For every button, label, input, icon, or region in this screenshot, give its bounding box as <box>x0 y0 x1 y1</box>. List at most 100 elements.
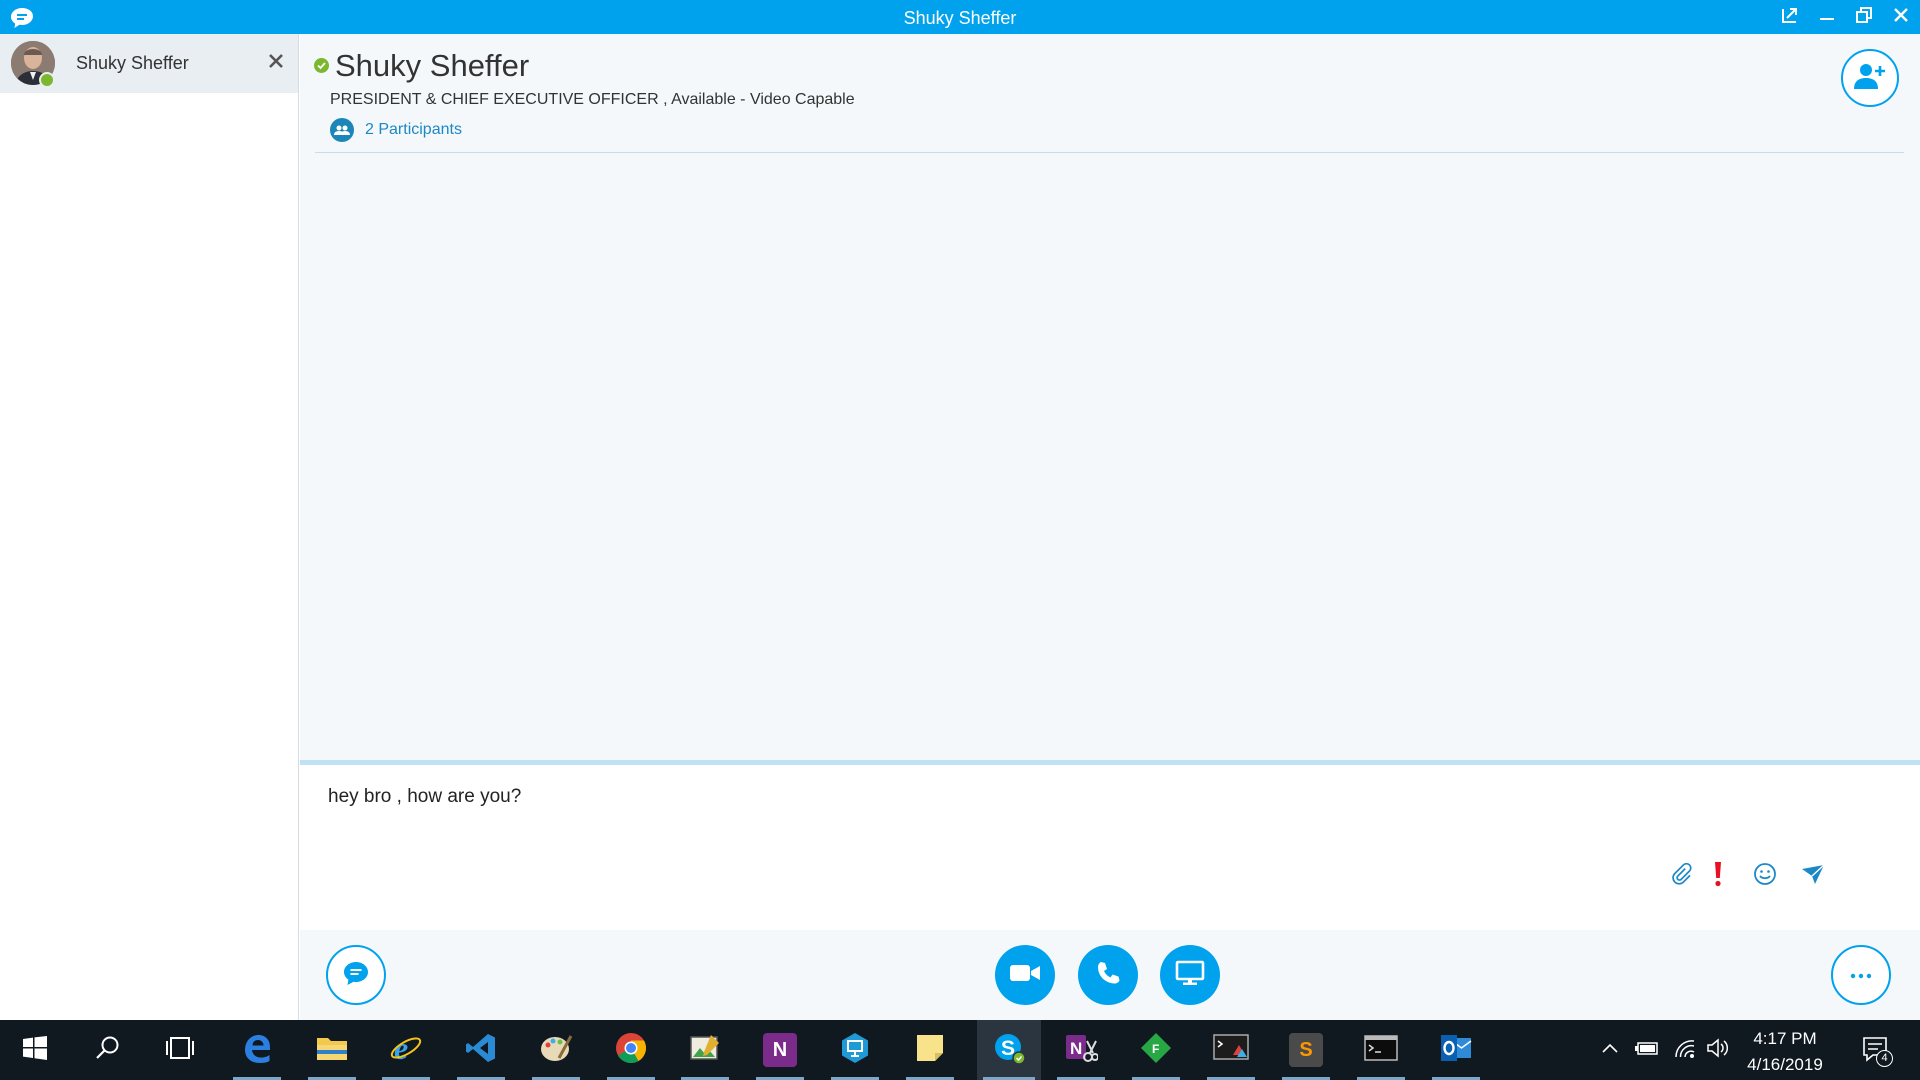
taskbar-sublime-text[interactable]: S <box>1276 1020 1336 1080</box>
taskbar-sticky-notes[interactable] <box>900 1020 960 1080</box>
task-view-button[interactable] <box>150 1020 210 1080</box>
taskbar-chrome[interactable] <box>601 1020 661 1080</box>
outlook-icon <box>1439 1033 1473 1068</box>
monitor-icon <box>1175 960 1205 991</box>
taskbar-image-viewer[interactable] <box>675 1020 735 1080</box>
contact-name[interactable]: Shuky Sheffer <box>335 48 529 84</box>
notification-icon: 4 <box>1861 1035 1893 1067</box>
contact-status: PRESIDENT & CHIEF EXECUTIVE OFFICER , Av… <box>330 91 855 108</box>
battery-status[interactable] <box>1632 1020 1662 1080</box>
send-icon <box>1801 863 1825 890</box>
svg-text:N: N <box>1070 1039 1082 1058</box>
taskbar-outlook[interactable] <box>1426 1020 1486 1080</box>
close-icon <box>1892 6 1910 29</box>
conversation-sidebar: Shuky Sheffer <box>0 34 299 1020</box>
message-input[interactable] <box>328 779 1828 815</box>
add-participant-button[interactable] <box>1841 49 1899 107</box>
participants-label: 2 Participants <box>365 121 462 138</box>
sublime-text-icon: S <box>1289 1033 1323 1067</box>
smiley-icon <box>1753 862 1777 891</box>
network-status[interactable] <box>1670 1020 1700 1080</box>
conversation-tab[interactable]: Shuky Sheffer <box>0 34 298 93</box>
message-history <box>300 153 1920 793</box>
windows-taskbar: e N S N F S 4:17 PM 4/16/2019 4 <box>0 1020 1920 1080</box>
participants-icon <box>330 118 354 142</box>
taskbar-command-prompt[interactable] <box>1351 1020 1411 1080</box>
minimize-button[interactable] <box>1813 4 1841 30</box>
emoticon-button[interactable] <box>1750 861 1780 891</box>
image-viewer-icon <box>689 1033 721 1068</box>
close-conversation-button[interactable] <box>266 51 286 71</box>
presence-available-icon <box>314 58 329 73</box>
restore-button[interactable] <box>1850 4 1878 30</box>
internet-explorer-icon: e <box>389 1030 423 1070</box>
minimize-icon <box>1818 6 1836 29</box>
taskbar-onenote[interactable]: N <box>750 1020 810 1080</box>
volume-control[interactable] <box>1704 1020 1732 1080</box>
search-button[interactable] <box>78 1020 138 1080</box>
speaker-icon <box>1706 1037 1730 1063</box>
taskbar-file-explorer[interactable] <box>302 1020 362 1080</box>
task-view-icon <box>164 1036 196 1065</box>
file-explorer-icon <box>316 1034 348 1067</box>
present-screen-button[interactable] <box>1160 945 1220 1005</box>
terminal-app-icon <box>1213 1033 1249 1068</box>
taskbar-skype-for-business[interactable]: S <box>977 1020 1041 1080</box>
notification-count-badge: 4 <box>1876 1050 1893 1067</box>
title-bar: Shuky Sheffer <box>0 0 1920 34</box>
svg-text:F: F <box>1152 1042 1159 1056</box>
windows-logo-icon <box>22 1035 48 1066</box>
onenote-icon: N <box>763 1033 797 1067</box>
clock-date: 4/16/2019 <box>1747 1055 1823 1074</box>
show-hidden-icons-button[interactable] <box>1596 1020 1624 1080</box>
video-camera-icon <box>1009 963 1041 988</box>
chevron-up-icon <box>1601 1041 1619 1059</box>
restore-icon <box>1855 6 1873 29</box>
im-button[interactable] <box>326 945 386 1005</box>
vscode-icon <box>465 1032 497 1069</box>
window-title: Shuky Sheffer <box>903 8 1017 28</box>
taskbar-green-app[interactable]: F <box>1126 1020 1186 1080</box>
ellipsis-icon <box>1849 966 1873 984</box>
taskbar-clock[interactable]: 4:17 PM 4/16/2019 <box>1730 1026 1840 1078</box>
pop-out-icon <box>1781 6 1799 29</box>
add-person-icon <box>1854 62 1886 95</box>
paint-icon <box>539 1032 573 1069</box>
conversation-header: Shuky Sheffer PRESIDENT & CHIEF EXECUTIV… <box>300 34 1920 153</box>
clock-time: 4:17 PM <box>1753 1029 1817 1048</box>
search-icon <box>95 1035 121 1066</box>
chat-bubble-icon <box>342 960 370 991</box>
taskbar-internet-explorer[interactable]: e <box>376 1020 436 1080</box>
high-importance-button[interactable] <box>1703 861 1733 891</box>
remote-desktop-icon <box>839 1032 871 1069</box>
onenote-clipper-icon: N <box>1064 1032 1099 1069</box>
edge-icon <box>241 1032 273 1069</box>
audio-call-button[interactable] <box>1078 945 1138 1005</box>
action-center-button[interactable]: 4 <box>1852 1020 1900 1080</box>
presence-available-badge <box>39 72 55 88</box>
attach-file-button[interactable] <box>1667 861 1697 891</box>
green-app-icon: F <box>1140 1032 1172 1069</box>
start-button[interactable] <box>5 1020 65 1080</box>
paperclip-icon <box>1671 862 1693 891</box>
command-prompt-icon <box>1364 1034 1398 1067</box>
phone-icon <box>1095 960 1121 991</box>
chrome-icon <box>615 1032 647 1069</box>
taskbar-vscode[interactable] <box>451 1020 511 1080</box>
battery-icon <box>1634 1039 1660 1062</box>
close-icon <box>266 54 286 75</box>
taskbar-terminal-app[interactable] <box>1201 1020 1261 1080</box>
taskbar-edge[interactable] <box>227 1020 287 1080</box>
taskbar-remote-desktop[interactable] <box>825 1020 885 1080</box>
pop-out-button[interactable] <box>1776 4 1804 30</box>
taskbar-paint[interactable] <box>526 1020 586 1080</box>
call-action-bar <box>300 930 1920 1020</box>
send-button[interactable] <box>1798 861 1828 891</box>
skype-for-business-icon: S <box>992 1031 1026 1070</box>
participants-link[interactable]: 2 Participants <box>330 118 462 142</box>
taskbar-onenote-clipper[interactable]: N <box>1051 1020 1111 1080</box>
video-call-button[interactable] <box>995 945 1055 1005</box>
close-window-button[interactable] <box>1887 4 1915 30</box>
compose-area <box>300 760 1920 930</box>
more-options-button[interactable] <box>1831 945 1891 1005</box>
